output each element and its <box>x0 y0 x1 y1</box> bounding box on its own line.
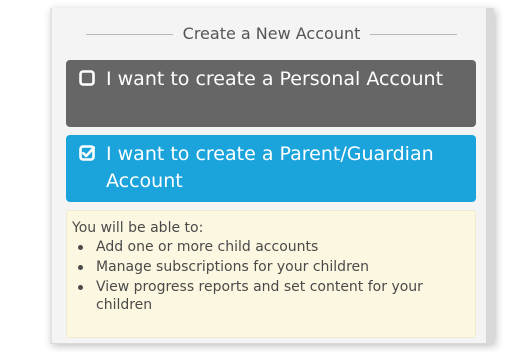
section-heading: Create a New Account <box>86 24 458 43</box>
bullet-icon <box>78 285 83 290</box>
unchecked-box-icon[interactable] <box>79 70 95 86</box>
list-item: View progress reports and set content fo… <box>67 278 467 314</box>
personal-account-option[interactable]: I want to create a Personal Account <box>66 60 476 127</box>
list-item-text: Add one or more child accounts <box>96 239 319 255</box>
parent-guardian-account-option-label: I want to create a Parent/Guardian Accou… <box>106 143 434 192</box>
bullet-icon <box>78 265 83 270</box>
list-item: Manage subscriptions for your children <box>67 258 467 276</box>
bullet-icon <box>78 245 83 250</box>
heading-rule-left <box>86 33 173 35</box>
list-item-text: Manage subscriptions for your children <box>96 259 369 275</box>
list-item: Add one or more child accounts <box>67 238 467 256</box>
benefits-info-box: You will be able to: Add one or more chi… <box>66 210 476 338</box>
parent-guardian-account-option[interactable]: I want to create a Parent/Guardian Accou… <box>66 135 476 202</box>
section-heading-text: Create a New Account <box>182 24 361 43</box>
heading-rule-right <box>370 33 458 35</box>
benefits-title: You will be able to: <box>72 220 204 236</box>
checked-box-icon[interactable] <box>79 145 95 161</box>
list-item-text: View progress reports and set content fo… <box>96 279 423 313</box>
personal-account-option-label: I want to create a Personal Account <box>106 68 444 90</box>
benefits-list: Add one or more child accounts Manage su… <box>67 238 467 316</box>
create-account-panel: Create a New Account I want to create a … <box>50 8 494 344</box>
